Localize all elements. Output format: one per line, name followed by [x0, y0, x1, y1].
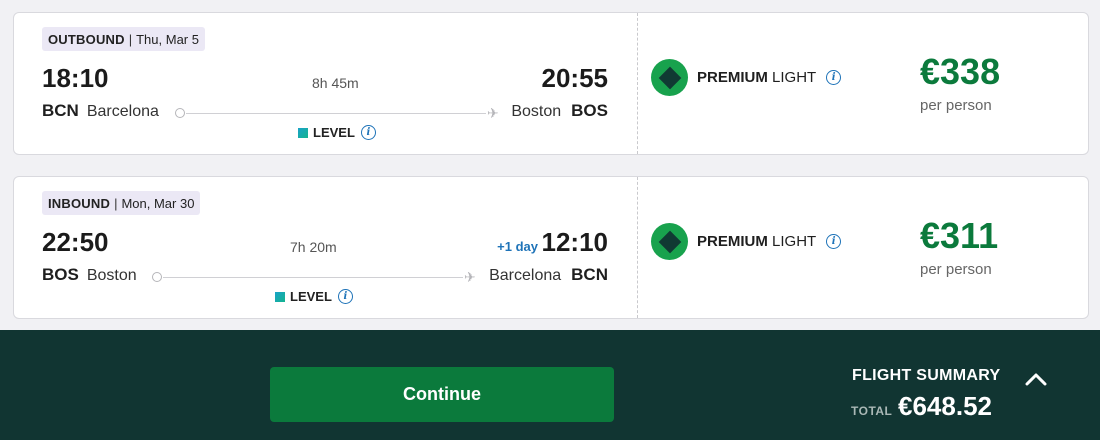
card-divider: [637, 177, 638, 318]
level-logo-icon: [275, 291, 285, 302]
plane-icon: ✈: [464, 269, 476, 285]
carrier-label: LEVEL i: [275, 289, 353, 304]
destination-airport: Boston BOS: [511, 101, 608, 121]
flight-price: €338: [920, 51, 1001, 92]
level-logo-icon: [298, 127, 308, 138]
route-line: [186, 113, 486, 114]
direction-label: OUTBOUND: [48, 31, 125, 47]
fare-type: PREMIUM LIGHT i: [651, 223, 842, 260]
departure-time: 22:50: [42, 227, 109, 257]
continue-button[interactable]: Continue: [270, 367, 614, 422]
flight-date: Mon, Mar 30: [121, 195, 195, 211]
arrival-time: 20:55: [541, 63, 609, 93]
flight-duration: 7h 20m: [290, 239, 337, 255]
origin-airport: BOS Boston: [42, 265, 137, 285]
info-icon[interactable]: i: [337, 289, 353, 304]
price-note: per person: [920, 261, 992, 278]
price-note: per person: [920, 97, 992, 114]
origin-city: Barcelona: [86, 103, 159, 120]
info-icon[interactable]: i: [360, 125, 376, 140]
route-line: [163, 277, 463, 278]
direction-label: INBOUND: [48, 195, 111, 211]
fare-name: PREMIUM LIGHT: [697, 69, 817, 86]
flight-date: Thu, Mar 5: [136, 31, 199, 47]
route-start-dot: [152, 272, 162, 282]
flight-price: €311: [920, 215, 999, 256]
destination-city: Boston: [511, 103, 562, 120]
plus-day-badge: +1 day: [497, 239, 538, 254]
origin-code: BCN: [42, 101, 79, 120]
flight-duration: 8h 45m: [312, 75, 359, 91]
total-label: TOTAL: [851, 404, 893, 418]
flight-direction-tag: OUTBOUND | Thu, Mar 5: [42, 27, 205, 51]
origin-code: BOS: [42, 265, 79, 284]
info-icon[interactable]: i: [826, 234, 842, 249]
carrier-name: LEVEL: [313, 125, 355, 140]
destination-code: BOS: [571, 101, 608, 120]
info-icon[interactable]: i: [826, 70, 842, 85]
fare-name: PREMIUM LIGHT: [697, 233, 817, 250]
plane-icon: ✈: [487, 105, 499, 121]
card-divider: [637, 13, 638, 154]
carrier-label: LEVEL i: [298, 125, 376, 140]
inbound-flight-card: INBOUND | Mon, Mar 30 22:50 7h 20m +1 da…: [13, 176, 1089, 319]
outbound-flight-card: OUTBOUND | Thu, Mar 5 18:10 8h 45m 20:55…: [13, 12, 1089, 155]
fare-diamond-icon: [651, 223, 688, 260]
origin-airport: BCN Barcelona: [42, 101, 159, 121]
arrival-time: 12:10: [541, 227, 609, 257]
fare-type: PREMIUM LIGHT i: [651, 59, 842, 96]
destination-city: Barcelona: [489, 267, 562, 284]
destination-airport: Barcelona BCN: [489, 265, 608, 285]
flight-summary-toggle[interactable]: FLIGHT SUMMARY: [852, 367, 1000, 385]
fare-diamond-icon: [651, 59, 688, 96]
booking-footer: Continue FLIGHT SUMMARY TOTAL €648.52: [0, 330, 1100, 440]
total-price: €648.52: [898, 391, 992, 421]
destination-code: BCN: [571, 265, 608, 284]
route-start-dot: [175, 108, 185, 118]
chevron-up-icon[interactable]: [1024, 370, 1048, 388]
carrier-name: LEVEL: [290, 289, 332, 304]
origin-city: Boston: [86, 267, 137, 284]
departure-time: 18:10: [42, 63, 109, 93]
flight-direction-tag: INBOUND | Mon, Mar 30: [42, 191, 201, 215]
